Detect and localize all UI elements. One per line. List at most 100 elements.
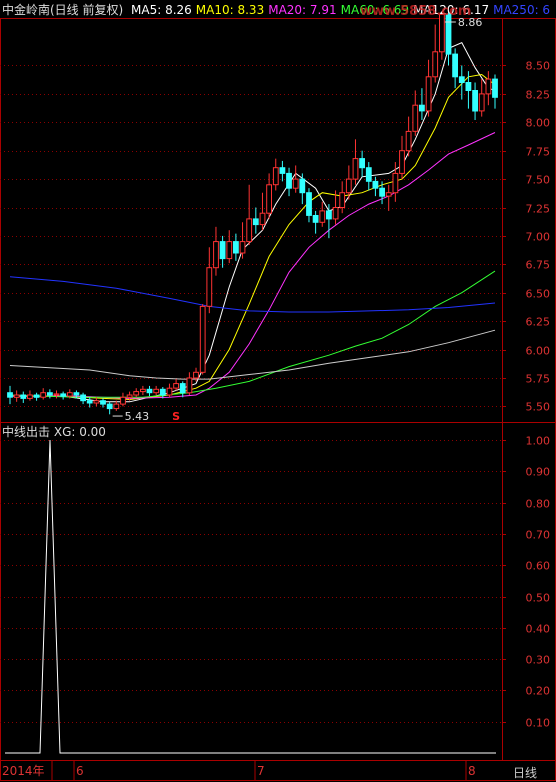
price-tick-label: 7.75 — [526, 146, 551, 159]
ma-legend-item: MA5: 8.26 — [131, 3, 192, 17]
candle — [7, 385, 13, 405]
candle — [106, 401, 113, 415]
candle-body — [286, 172, 292, 189]
candle — [425, 59, 432, 117]
candle — [319, 201, 326, 227]
candle — [452, 48, 459, 89]
candle — [93, 397, 100, 407]
candle-body — [199, 305, 206, 373]
candle — [299, 173, 306, 205]
candle-body — [179, 383, 186, 394]
candle-body — [266, 184, 273, 214]
candle-body — [292, 178, 299, 189]
candle-body — [113, 403, 120, 410]
price-tick-label: 6.00 — [526, 345, 551, 358]
date-axis: 2014年 6 7 8 — [2, 760, 476, 781]
candle-body — [20, 394, 27, 399]
indicator-tick-label: 0.80 — [526, 498, 551, 511]
candle — [266, 173, 273, 219]
candle-body — [146, 388, 153, 394]
candle — [80, 392, 86, 405]
candle-body — [372, 180, 379, 189]
candle-body — [445, 13, 452, 55]
candle — [419, 88, 425, 120]
candle — [233, 233, 239, 261]
candle — [412, 90, 419, 136]
indicator-tick-label: 0.50 — [526, 592, 551, 605]
indicator-tick-label: 0.70 — [526, 529, 551, 542]
candle — [432, 24, 439, 83]
candle-body — [485, 78, 492, 95]
candle — [219, 235, 226, 268]
candle-body — [239, 241, 246, 254]
candle-body — [106, 403, 113, 410]
candle-body — [312, 215, 319, 223]
candle — [53, 390, 60, 399]
candle-body — [259, 212, 266, 226]
candle-body — [13, 394, 20, 398]
candle-body — [233, 241, 239, 254]
candle — [352, 139, 359, 185]
candle-body — [339, 192, 346, 208]
candle — [372, 176, 379, 197]
candle — [306, 188, 312, 223]
candle-body — [40, 392, 47, 398]
candle — [33, 392, 40, 401]
indicator-line — [5, 439, 496, 754]
stock-chart[interactable]: 8.50 8.25 8.00 7.75 7.50 7.25 7.00 6.75 6.50 6.25… — [0, 0, 556, 782]
ma-line-ma250 — [9, 276, 496, 313]
period-label[interactable]: 日线 — [513, 764, 537, 781]
candlesticks[interactable] — [7, 12, 498, 415]
ma-line-ma20 — [10, 132, 496, 399]
price-tick-label: 8.00 — [526, 117, 551, 130]
date-label: 8 — [468, 764, 476, 778]
candle — [279, 160, 286, 182]
candle-body — [478, 93, 485, 112]
candle-body — [419, 104, 425, 112]
candle — [226, 230, 233, 264]
candle-body — [405, 130, 412, 152]
price-tick-label: 6.50 — [526, 288, 551, 301]
xg-signal-line — [5, 439, 496, 754]
indicator-tick-label: 0.40 — [526, 623, 551, 636]
candle — [292, 165, 299, 193]
candle — [199, 304, 206, 375]
candle-body — [219, 241, 226, 260]
candle — [445, 12, 452, 66]
candle-body — [80, 394, 86, 402]
candle — [286, 167, 292, 197]
indicator-tick-label: 0.90 — [526, 466, 551, 479]
candle-body — [186, 377, 193, 394]
candle-body — [166, 387, 173, 396]
candle-body — [60, 393, 67, 397]
candle — [272, 158, 279, 191]
candle-body — [425, 76, 432, 112]
candle — [239, 222, 246, 259]
candle-body — [100, 400, 106, 405]
candle — [439, 12, 445, 60]
ma-legend-item: MA20: 7.91 — [268, 3, 337, 17]
candle — [159, 387, 166, 399]
indicator-tick-label: 0.30 — [526, 654, 551, 667]
date-label: 2014年 — [2, 764, 45, 778]
candle — [259, 192, 266, 231]
candle-body — [153, 388, 160, 394]
stock-title: 中金岭南(日线 前复权) — [2, 3, 124, 17]
candle — [252, 207, 259, 234]
candle — [213, 226, 219, 276]
candle-body — [345, 178, 352, 194]
candle — [146, 385, 153, 397]
candle-body — [352, 158, 359, 180]
candle-body — [319, 210, 326, 223]
candle-body — [140, 388, 146, 393]
candle — [326, 204, 332, 239]
candle — [186, 372, 193, 395]
indicator-header: 中线出击 XG: 0.00 — [2, 425, 106, 439]
indicator-tick-label: 0.10 — [526, 717, 551, 730]
candle — [20, 391, 27, 403]
price-tick-label: 6.25 — [526, 316, 551, 329]
candle — [472, 82, 479, 120]
candle — [173, 379, 179, 391]
candle — [478, 79, 485, 117]
candle-body — [432, 51, 439, 78]
